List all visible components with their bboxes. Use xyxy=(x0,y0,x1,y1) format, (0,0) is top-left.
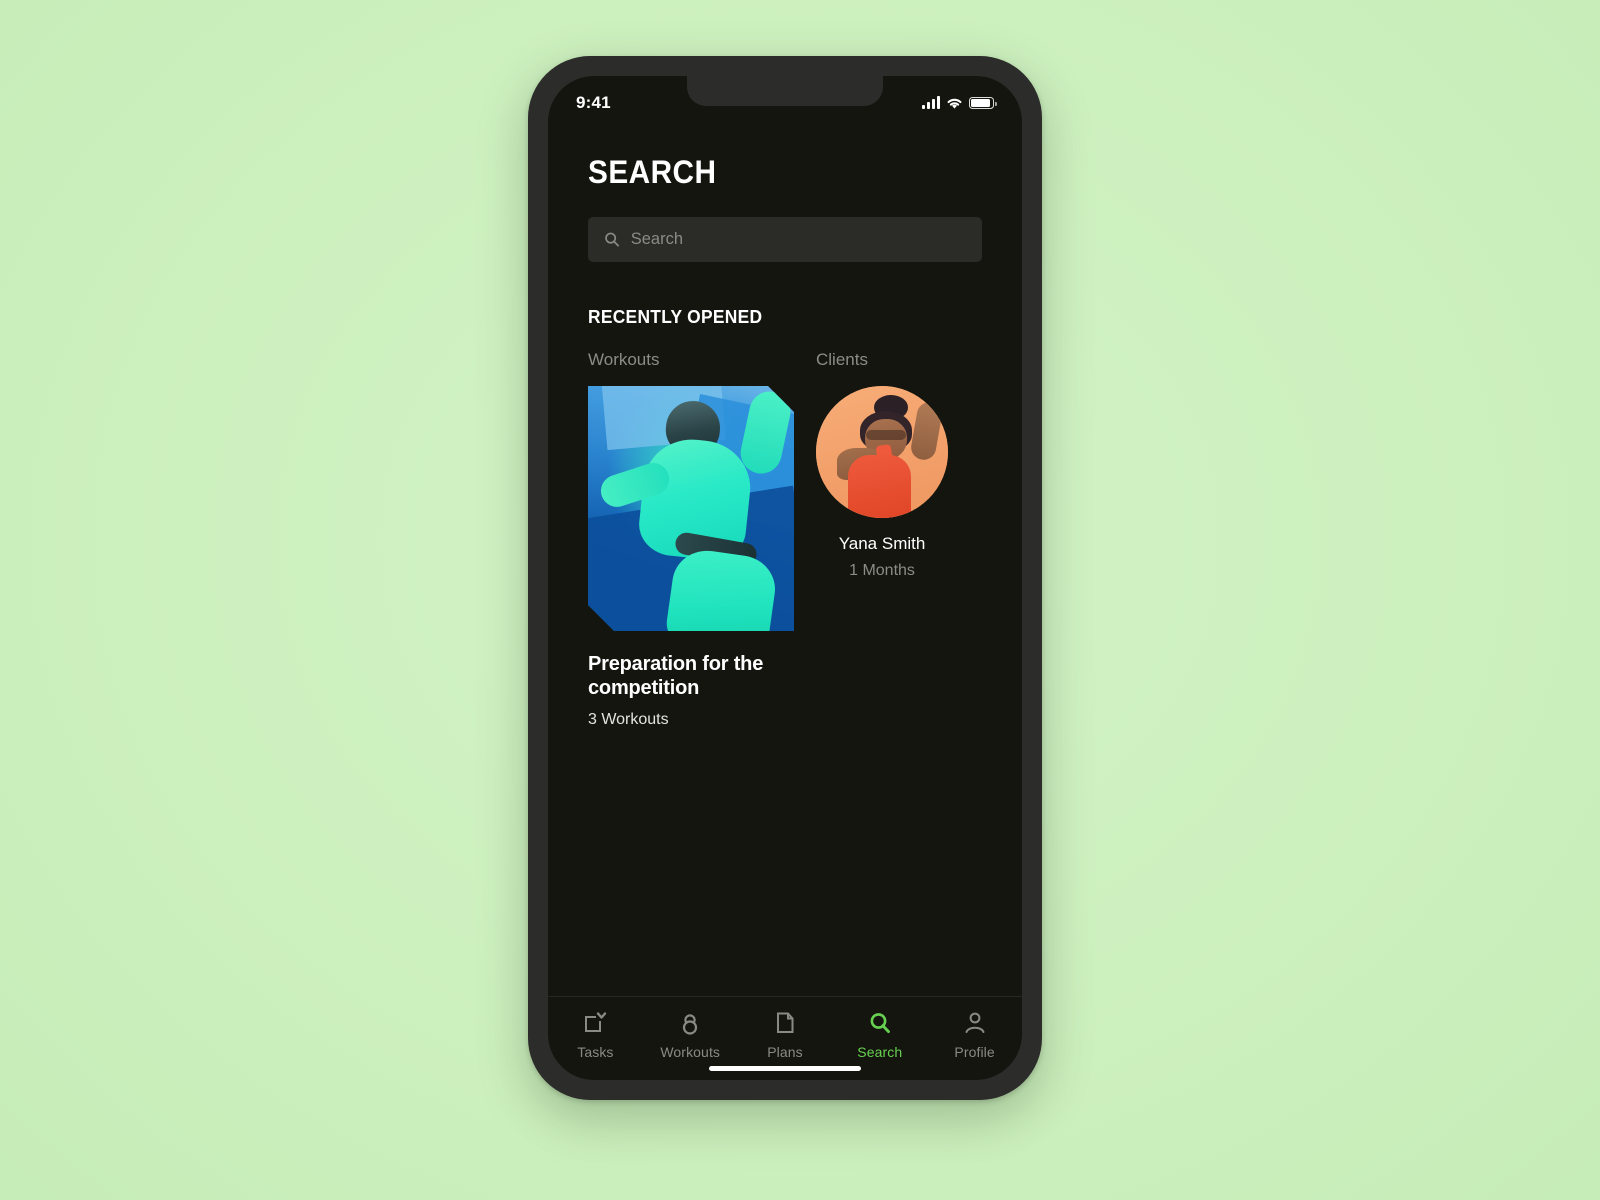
tab-tasks[interactable]: Tasks xyxy=(548,1010,643,1060)
home-indicator[interactable] xyxy=(709,1066,861,1071)
tasks-check-icon xyxy=(585,1012,607,1032)
tab-search[interactable]: Search xyxy=(832,1010,927,1060)
avatar[interactable] xyxy=(816,386,948,518)
tab-profile[interactable]: Profile xyxy=(927,1010,1022,1060)
battery-icon xyxy=(969,97,997,109)
app-root: SEARCH RECENTLY OPENED Workouts xyxy=(548,76,1022,1080)
tab-plans[interactable]: Plans xyxy=(738,1010,833,1060)
column-clients: Clients Yana Smith 1 Months xyxy=(812,350,982,729)
page-title: SEARCH xyxy=(588,154,717,190)
column-label-workouts: Workouts xyxy=(588,350,660,369)
status-time: 9:41 xyxy=(576,93,611,112)
wifi-icon xyxy=(947,98,962,109)
search-icon xyxy=(870,1013,890,1033)
workout-card-title: Preparation for the competition xyxy=(588,653,764,699)
tab-label-plans: Plans xyxy=(767,1044,803,1060)
workout-card[interactable]: Preparation for the competition 3 Workou… xyxy=(588,386,812,729)
column-label-clients: Clients xyxy=(816,350,868,369)
client-glasses xyxy=(866,429,906,441)
search-bar[interactable] xyxy=(588,217,982,262)
kettlebell-icon xyxy=(683,1014,698,1035)
tab-workouts[interactable]: Workouts xyxy=(643,1010,738,1060)
section-title-recently-opened: RECENTLY OPENED xyxy=(588,306,763,327)
phone-screen: 9:41 SEARCH Search RECENTLY OPENED Worko… xyxy=(548,76,1022,1080)
person-icon xyxy=(965,1012,985,1033)
client-top xyxy=(847,454,912,518)
tab-label-tasks: Tasks xyxy=(577,1044,614,1060)
search-icon xyxy=(605,232,620,247)
document-icon xyxy=(776,1012,794,1033)
signal-bars-icon xyxy=(922,96,940,109)
workout-thumbnail[interactable] xyxy=(588,386,794,631)
phone-frame: 9:41 SEARCH Search RECENTLY OPENED Worko… xyxy=(528,56,1042,1100)
client-card[interactable]: Yana Smith 1 Months xyxy=(816,386,948,580)
notch xyxy=(687,76,883,106)
tab-label-workouts: Workouts xyxy=(660,1044,721,1060)
search-input[interactable] xyxy=(630,230,966,249)
status-indicators xyxy=(922,93,997,110)
tab-label-search: Search xyxy=(857,1044,903,1060)
screen-content: SEARCH RECENTLY OPENED Workouts xyxy=(548,76,1022,996)
wallpaper-backdrop: 9:41 SEARCH Search RECENTLY OPENED Worko… xyxy=(0,0,1600,1200)
recently-opened-columns: Workouts Preparation for the competition… xyxy=(588,350,982,729)
workout-card-subtitle: 3 Workouts xyxy=(588,711,669,729)
client-duration: 1 Months xyxy=(849,562,915,579)
column-workouts: Workouts Preparation for the competition… xyxy=(588,350,812,729)
client-name: Yana Smith xyxy=(838,534,926,553)
tab-label-profile: Profile xyxy=(954,1044,995,1060)
